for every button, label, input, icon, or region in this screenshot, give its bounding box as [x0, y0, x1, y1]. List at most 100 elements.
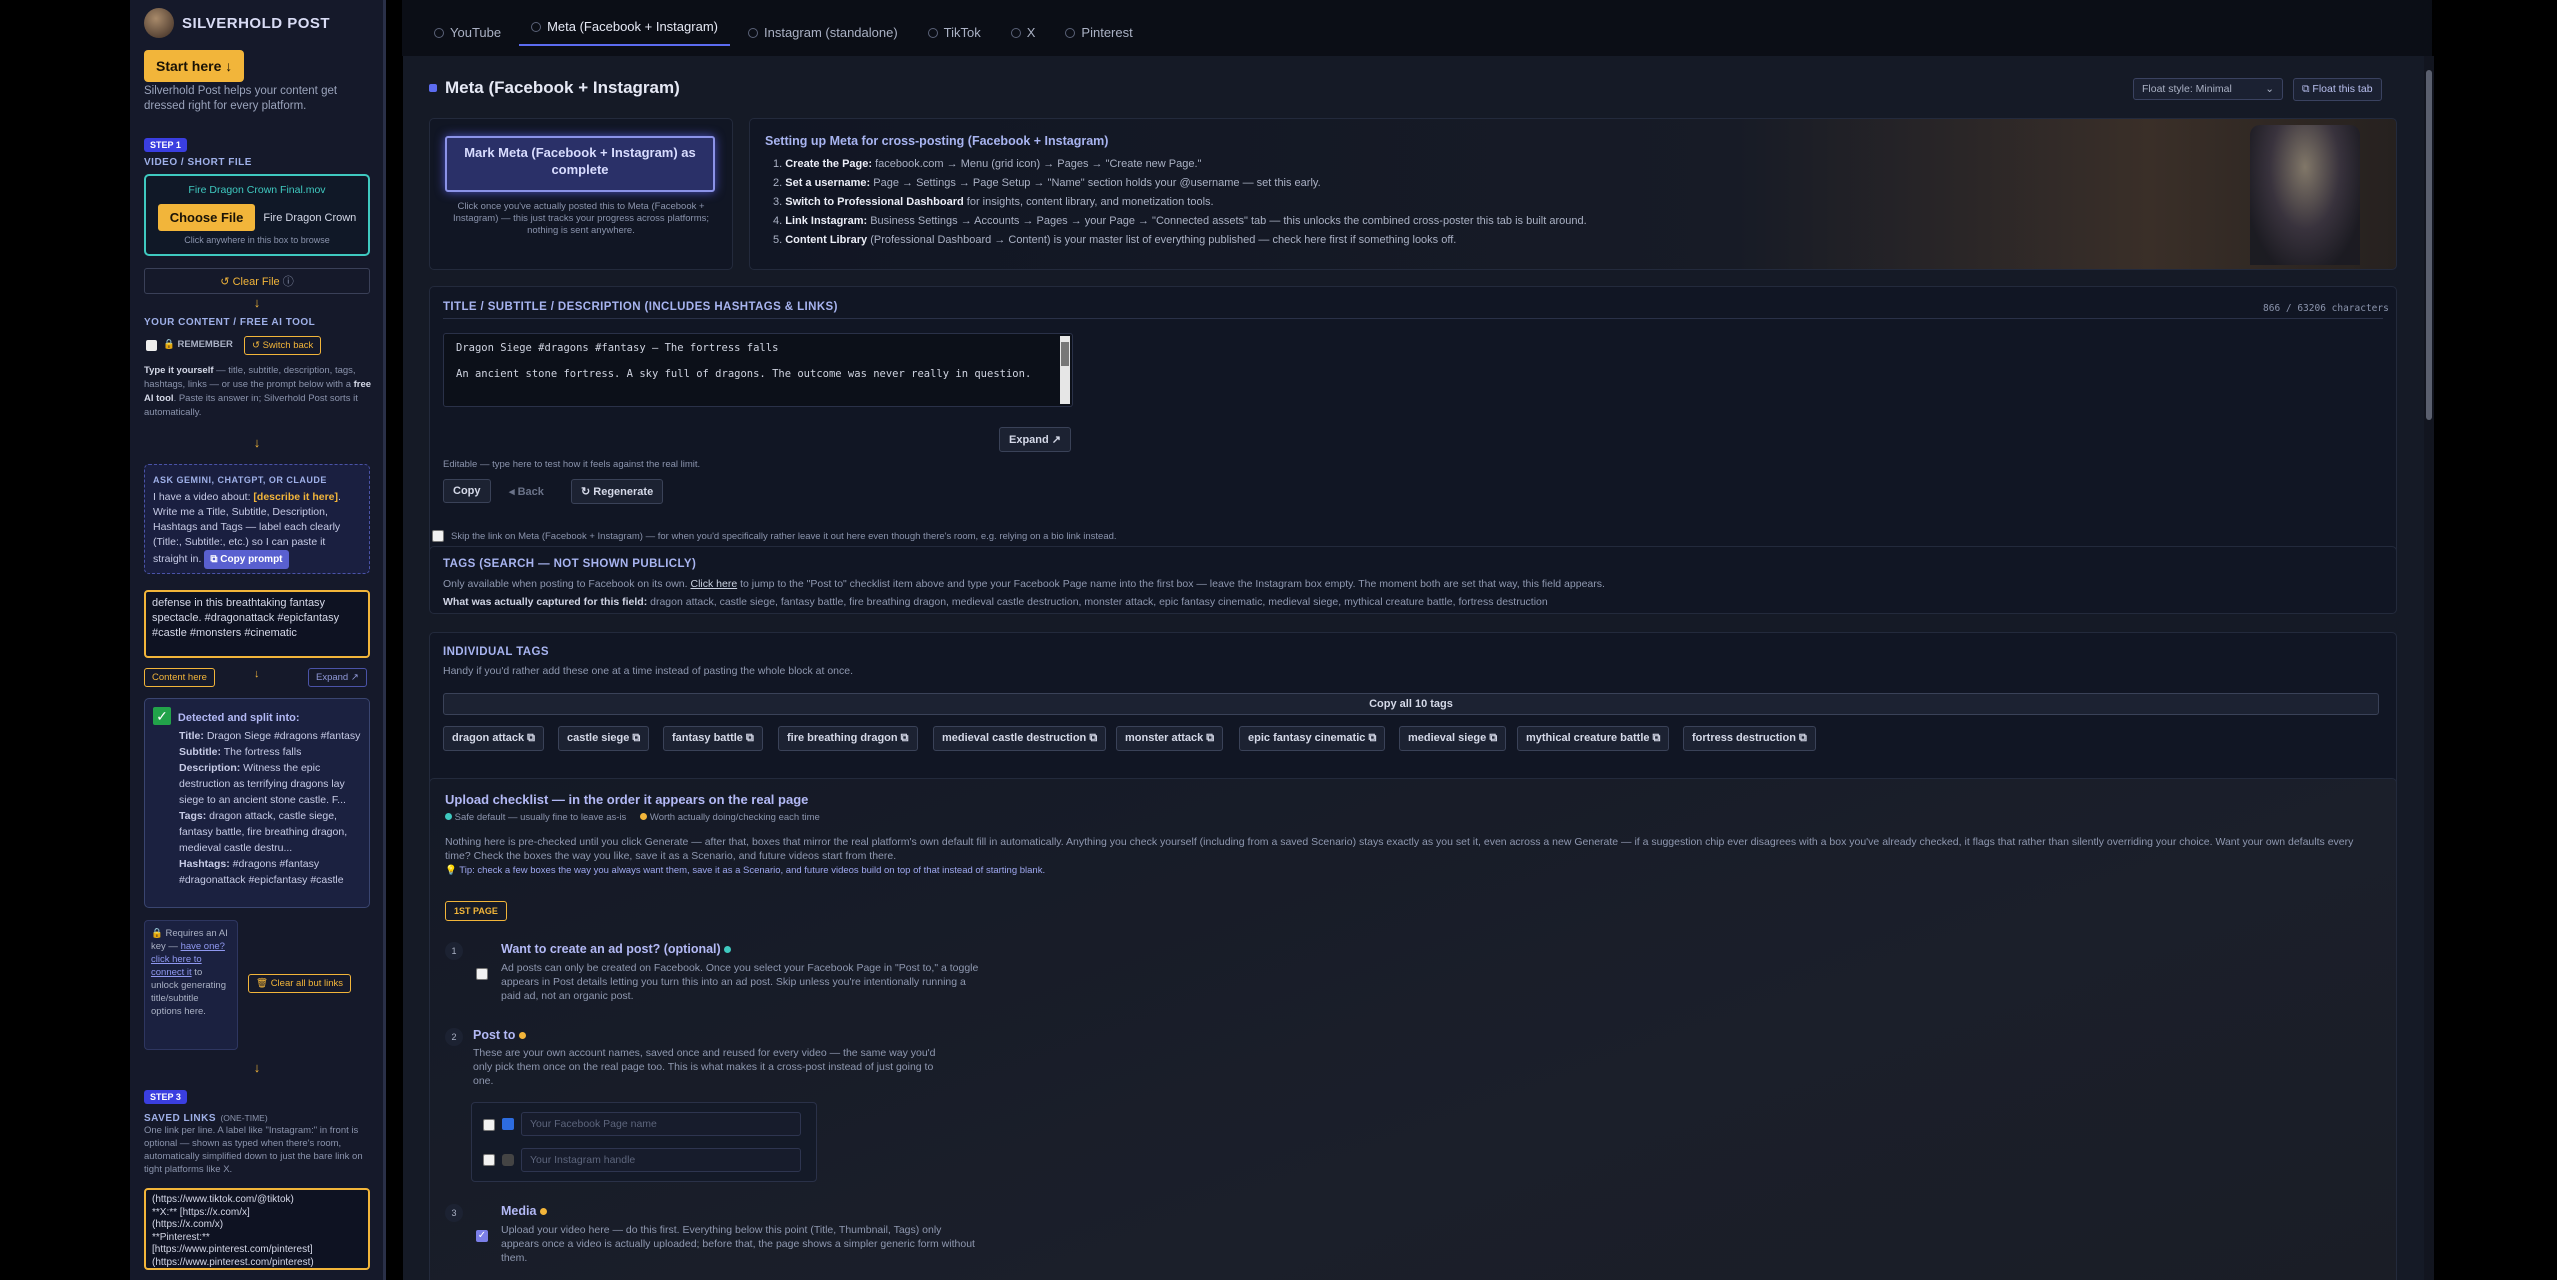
tag-chip[interactable]: fortress destruction ⧉ [1683, 726, 1816, 751]
browse-hint: Click anywhere in this box to browse [184, 235, 330, 245]
tsd-section-title: TITLE / SUBTITLE / DESCRIPTION (INCLUDES… [443, 301, 838, 313]
item-title: Want to create an ad post? (optional) [501, 942, 721, 956]
tab-instagram[interactable]: Instagram (standalone) [736, 19, 910, 46]
jump-to-post-to-link[interactable]: Click here [690, 578, 737, 590]
setup-step: 5. Content Library (Professional Dashboa… [773, 234, 1457, 246]
chevron-down-icon: ⌄ [2265, 83, 2274, 95]
instagram-handle-checkbox[interactable] [483, 1154, 495, 1166]
post-to-item-title: Post to [473, 1028, 526, 1042]
tab-youtube[interactable]: YouTube [422, 19, 513, 46]
media-checkbox-checked[interactable]: ✓ [476, 1230, 488, 1242]
setup-step: 1. Create the Page: facebook.com → Menu … [773, 158, 1202, 170]
back-button[interactable]: ◂ Back [499, 479, 554, 504]
scrollbar-thumb[interactable] [1061, 342, 1069, 366]
tab-tiktok[interactable]: TikTok [916, 19, 993, 46]
tag-chip[interactable]: fantasy battle ⧉ [663, 726, 763, 751]
start-here-button[interactable]: Start here ↓ [144, 50, 245, 82]
clear-file-label: ↺ Clear File [220, 276, 280, 288]
setup-step-text: for insights, content library, and monet… [963, 196, 1214, 208]
copy-button[interactable]: Copy [443, 479, 491, 503]
tab-label: Meta (Facebook + Instagram) [547, 19, 718, 34]
tab-pinterest[interactable]: Pinterest [1053, 19, 1144, 46]
individual-tags-title: INDIVIDUAL TAGS [443, 646, 549, 658]
facebook-page-input[interactable]: Your Facebook Page name [521, 1112, 801, 1136]
individual-tags-hint: Handy if you'd rather add these one at a… [443, 665, 854, 677]
copy-all-tags-button[interactable]: Copy all 10 tags [443, 693, 2379, 715]
captured-tags: What was actually captured for this fiel… [443, 595, 2363, 609]
tag-chip[interactable]: fire breathing dragon ⧉ [778, 726, 918, 751]
captured-key: What was actually captured for this fiel… [443, 596, 648, 608]
tab-label: Instagram (standalone) [763, 25, 898, 40]
ai-prompt-box: ASK GEMINI, CHATGPT, OR CLAUDE I have a … [144, 464, 370, 574]
tab-label: TikTok [943, 25, 981, 40]
tag-chip[interactable]: epic fantasy cinematic ⧉ [1239, 726, 1386, 751]
main-content: Meta (Facebook + Instagram) Float style:… [403, 56, 2426, 1280]
detected-subtitle-field: Subtitle: The fortress falls [179, 744, 361, 760]
checklist-legend: Safe default — usually fine to leave as-… [445, 812, 820, 823]
det-title-value: Dragon Siege #dragons #fantasy [203, 730, 361, 742]
setup-step: 2. Set a username: Page → Settings → Pag… [773, 177, 1321, 189]
facebook-page-checkbox[interactable] [483, 1119, 495, 1131]
expand-content-button[interactable]: Expand ↗ [308, 668, 367, 687]
chosen-file-name: Fire Dragon Crown [263, 211, 357, 224]
regenerate-button[interactable]: ↻ Regenerate [571, 479, 664, 504]
clear-all-but-links-button[interactable]: 🗑 Clear all but links [248, 974, 352, 993]
step-number: 3 [445, 1204, 463, 1222]
tsd-textarea[interactable]: Dragon Siege #dragons #fantasy — The for… [443, 333, 1073, 407]
tsd-line: Dragon Siege #dragons #fantasy — The for… [456, 342, 779, 354]
switch-back-button[interactable]: ↺ Switch back [244, 336, 322, 355]
mark-complete-button[interactable]: Mark Meta (Facebook + Instagram) as comp… [445, 136, 715, 192]
tab-x[interactable]: X [999, 19, 1048, 46]
checklist-title: Upload checklist — in the order it appea… [445, 792, 809, 807]
worth-dot-icon [640, 813, 648, 820]
type-hint-end: . Paste its answer in; Silverhold Post s… [144, 393, 358, 418]
setup-step: 4. Link Instagram: Business Settings → A… [773, 215, 1587, 227]
tab-label: Pinterest [1081, 25, 1133, 40]
det-hash-key: Hashtags: [179, 858, 230, 870]
det-sub-key: Subtitle: [179, 746, 221, 758]
clear-file-button[interactable]: ↺ Clear File ⓘ [144, 268, 370, 294]
links-hint: One link per line. A label like "Instagr… [144, 1125, 363, 1175]
tags-hint-end: to jump to the "Post to" checklist item … [737, 578, 1605, 590]
remember-checkbox[interactable] [146, 340, 157, 351]
detected-tags-field: Tags: dragon attack, castle siege, fanta… [179, 808, 361, 856]
choose-file-button[interactable]: Choose File [157, 204, 256, 231]
expand-button[interactable]: Expand ↗ [999, 427, 1072, 452]
first-page-badge: 1ST PAGE [445, 901, 507, 921]
textarea-scrollbar[interactable] [1060, 336, 1070, 404]
checklist-tip: 💡 Tip: check a few boxes the way you alw… [445, 865, 1046, 876]
ad-post-checkbox[interactable] [476, 968, 488, 980]
down-arrow-icon: ↓ [253, 295, 261, 310]
brand-logo-avatar [144, 8, 174, 38]
checklist-description: Nothing here is pre-checked until you cl… [445, 836, 2354, 862]
brand: SILVERHOLD POST [144, 0, 369, 46]
instagram-handle-input[interactable]: Your Instagram handle [521, 1148, 801, 1172]
scrollbar-thumb[interactable] [2426, 70, 2432, 420]
tag-chip[interactable]: medieval castle destruction ⧉ [933, 726, 1107, 751]
tag-chip[interactable]: monster attack ⧉ [1116, 726, 1224, 751]
skip-link-checkbox[interactable] [432, 530, 444, 542]
float-style-select[interactable]: Float style: Minimal ⌄ [2133, 78, 2283, 100]
setup-step-key: Switch to Professional Dashboard [785, 196, 964, 208]
tag-chip[interactable]: medieval siege ⧉ [1399, 726, 1507, 751]
prompt-placeholder: [describe it here] [253, 491, 339, 503]
setup-step-text: (Professional Dashboard → Content) is yo… [867, 234, 1457, 246]
tab-meta[interactable]: Meta (Facebook + Instagram) [519, 13, 730, 46]
content-paste-textarea[interactable]: defense in this breathtaking fantasy spe… [144, 590, 370, 658]
copy-prompt-button[interactable]: ⧉ Copy prompt [204, 550, 289, 569]
editable-hint: Editable — type here to test how it feel… [443, 459, 701, 470]
legend-worth-label: Worth actually doing/checking each time [649, 812, 820, 823]
tag-chip[interactable]: dragon attack ⧉ [443, 726, 545, 751]
main-scrollbar[interactable] [2424, 56, 2434, 1280]
float-tab-button[interactable]: ⧉ Float this tab [2293, 78, 2382, 101]
info-icon[interactable]: ⓘ [283, 276, 294, 288]
tag-chip[interactable]: mythical creature battle ⧉ [1517, 726, 1670, 751]
content-here-button[interactable]: Content here [144, 668, 215, 687]
tag-chip[interactable]: castle siege ⧉ [558, 726, 650, 751]
setup-step-key: Link Instagram: [785, 215, 868, 227]
type-hint-bold: Type it yourself [144, 365, 214, 376]
tab-status-dot [1010, 27, 1021, 38]
video-file-dropzone[interactable]: Fire Dragon Crown Final.mov Choose File … [144, 174, 370, 256]
det-title-key: Title: [179, 730, 204, 742]
saved-links-textarea[interactable]: (https://www.tiktok.com/@tiktok) **X:** … [144, 1188, 370, 1270]
